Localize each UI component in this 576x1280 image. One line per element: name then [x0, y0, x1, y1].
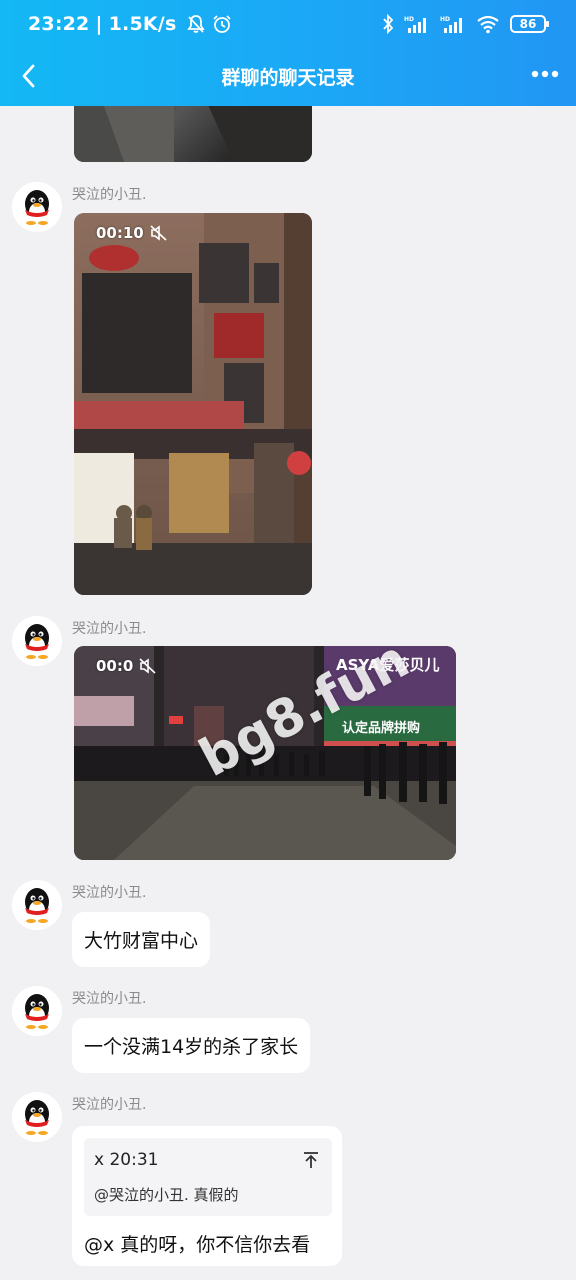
video-thumbnail-partial[interactable]: [74, 106, 312, 162]
text-message-bubble[interactable]: 一个没满14岁的杀了家长: [72, 1018, 311, 1073]
penguin-avatar-icon: [12, 986, 62, 1036]
reply-message-bubble[interactable]: x 20:31 @哭泣的小丑. 真假的 @x 真的呀，你不信你去看: [72, 1126, 342, 1266]
video-thumbnail-street-building: [74, 213, 312, 595]
bluetooth-icon: [383, 14, 394, 34]
status-time: 23:22: [28, 13, 90, 35]
sender-avatar[interactable]: [12, 1092, 62, 1142]
quote-author: x 20:31: [94, 1150, 159, 1170]
video-store-sign: 认定品牌拼购: [342, 720, 420, 736]
sender-name: 哭泣的小丑.: [72, 621, 147, 637]
sender-avatar[interactable]: [12, 616, 62, 666]
alarm-icon: [213, 15, 232, 33]
sender-name: 哭泣的小丑.: [72, 187, 147, 203]
battery-indicator: 86: [510, 15, 549, 33]
sender-name: 哭泣的小丑.: [72, 991, 147, 1007]
sender-avatar[interactable]: [12, 880, 62, 930]
wifi-icon: [477, 15, 499, 34]
sender-avatar[interactable]: [12, 986, 62, 1036]
mute-speaker-icon: [139, 658, 156, 674]
text-message-bubble[interactable]: 大竹财富中心: [72, 912, 211, 967]
quote-text: @哭泣的小丑. 真假的: [94, 1186, 239, 1204]
video-duration: 00:10: [96, 224, 168, 242]
status-bar: 23:22 | 1.5K/s HD HD 86: [0, 0, 576, 52]
message-text: @x 真的呀，你不信你去看: [84, 1234, 311, 1256]
mute-bell-icon: [187, 15, 206, 33]
svg-text:HD: HD: [440, 16, 450, 23]
sender-name: 哭泣的小丑.: [72, 885, 147, 901]
penguin-avatar-icon: [12, 1092, 62, 1142]
chat-history: 哭泣的小丑. 00:10 哭泣的小丑. ASYA爱莎贝儿 认定品牌拼购 00:0…: [0, 106, 576, 1280]
message-text: 大竹财富中心: [84, 930, 199, 952]
mute-speaker-icon: [150, 225, 167, 241]
more-options-icon[interactable]: [530, 62, 560, 86]
sender-avatar[interactable]: [12, 182, 62, 232]
quoted-message[interactable]: x 20:31 @哭泣的小丑. 真假的: [84, 1138, 332, 1216]
video-duration-text: 00:10: [96, 224, 144, 242]
video-duration-text: 00:0: [96, 657, 134, 675]
header: 23:22 | 1.5K/s HD HD 86 群聊的聊天记录: [0, 0, 576, 106]
video-duration: 00:0: [96, 657, 157, 675]
page-title: 群聊的聊天记录: [221, 67, 355, 89]
signal-hd-1-icon: HD: [404, 16, 426, 33]
nav-bar: 群聊的聊天记录: [0, 52, 576, 106]
penguin-avatar-icon: [12, 616, 62, 666]
sender-name: 哭泣的小丑.: [72, 1097, 147, 1113]
signal-hd-2-icon: HD: [440, 16, 462, 33]
jump-to-message-icon[interactable]: [302, 1150, 320, 1170]
penguin-avatar-icon: [12, 880, 62, 930]
network-speed: 1.5K/s: [108, 13, 177, 35]
status-divider: |: [95, 13, 103, 35]
partial-video-scene: [74, 106, 312, 162]
message-text: 一个没满14岁的杀了家长: [84, 1036, 299, 1058]
penguin-avatar-icon: [12, 182, 62, 232]
video-message[interactable]: 00:10: [74, 213, 312, 595]
svg-text:HD: HD: [404, 16, 414, 23]
